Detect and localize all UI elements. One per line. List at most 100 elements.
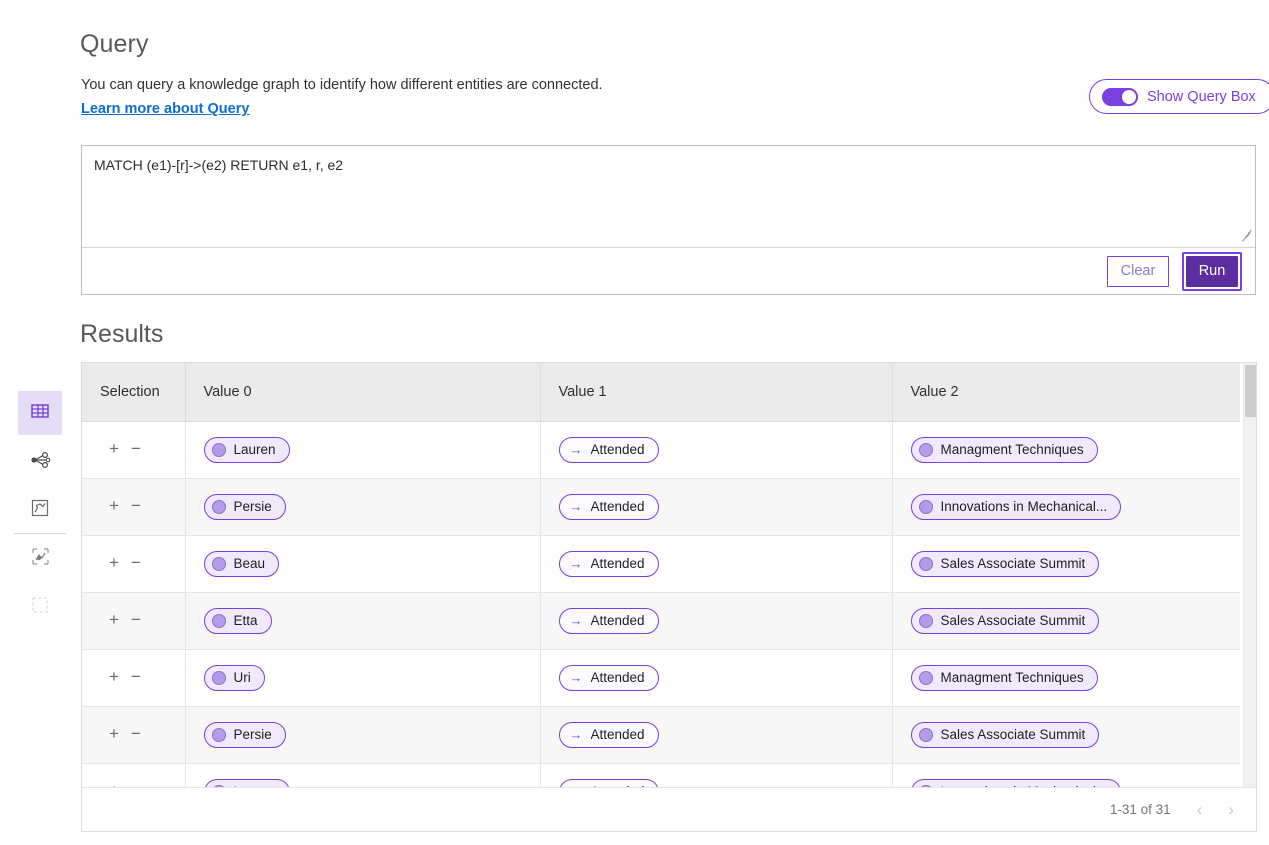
results-title: Results <box>80 320 163 349</box>
selection-cell: +− <box>82 421 185 478</box>
table-row[interactable]: +− Beau →Attended Sales Associate Summit <box>82 535 1240 592</box>
selection-cell: +− <box>82 592 185 649</box>
column-header-value2[interactable]: Value 2 <box>892 363 1240 421</box>
entity-chip[interactable]: Uri <box>204 665 265 691</box>
column-header-selection[interactable]: Selection <box>82 363 185 421</box>
value1-cell: →Attended <box>540 706 892 763</box>
run-button-focus-ring: Run <box>1182 252 1242 291</box>
table-row[interactable]: +− Uri → Attended Managment Techniques <box>82 649 1240 706</box>
table-vertical-scrollbar[interactable] <box>1243 363 1257 788</box>
remove-from-selection-icon[interactable]: − <box>125 440 147 457</box>
add-to-selection-icon[interactable]: + <box>103 554 125 571</box>
entity-chip[interactable]: Persie <box>204 494 286 520</box>
selection-cell: +− <box>82 706 185 763</box>
page-description: You can query a knowledge graph to ident… <box>81 77 603 93</box>
relationship-chip[interactable]: →Attended <box>559 437 659 463</box>
add-to-selection-icon[interactable]: + <box>103 440 125 457</box>
run-button[interactable]: Run <box>1186 256 1238 287</box>
network-graph-icon <box>29 449 51 476</box>
query-action-bar: Clear Run <box>82 248 1255 294</box>
table-row[interactable]: +− Persie →Attended Innovations in Mechanic… <box>82 478 1240 535</box>
entity-chip[interactable]: Managment Techniques <box>911 437 1098 463</box>
value1-cell: → Attended <box>540 649 892 706</box>
entity-dot-icon <box>919 728 933 742</box>
remove-from-selection-icon[interactable]: − <box>125 668 147 685</box>
sidebar-item-graph-view[interactable] <box>18 440 62 484</box>
value1-cell: →Attended <box>540 535 892 592</box>
remove-from-selection-icon[interactable]: − <box>125 611 147 628</box>
entity-chip[interactable]: Sales Associate Summit <box>911 551 1100 577</box>
chip-label: Attended <box>591 613 645 628</box>
sidebar-item-table-view[interactable] <box>18 391 62 435</box>
add-to-selection-icon[interactable]: + <box>103 725 125 742</box>
table-row[interactable]: +−Lauren→AttendedInnovations in Mechanic… <box>82 763 1240 788</box>
learn-more-link[interactable]: Learn more about Query <box>81 101 249 117</box>
entity-chip[interactable]: Etta <box>204 608 272 634</box>
arrow-right-icon: → <box>570 614 583 627</box>
add-to-selection-icon[interactable]: + <box>103 497 125 514</box>
show-query-box-toggle[interactable]: Show Query Box <box>1089 79 1269 114</box>
chip-label: Attended <box>591 499 645 514</box>
value2-cell: Innovations in Mechanical... <box>892 763 1240 788</box>
relationship-chip[interactable]: →Attended <box>559 722 659 748</box>
scrollbar-thumb[interactable] <box>1245 365 1257 417</box>
table-row[interactable]: +− Persie →Attended Sales Associate Summit <box>82 706 1240 763</box>
value1-cell: → Attended <box>540 592 892 649</box>
entity-chip[interactable]: Beau <box>204 551 280 577</box>
page-title: Query <box>80 30 149 59</box>
add-to-selection-icon[interactable]: + <box>103 668 125 685</box>
entity-chip[interactable]: Innovations in Mechanical... <box>911 494 1122 520</box>
arrow-right-icon: → <box>570 671 583 684</box>
entity-dot-icon <box>212 500 226 514</box>
value2-cell: Innovations in Mechanical... <box>892 478 1240 535</box>
chip-label: Managment Techniques <box>941 442 1084 457</box>
pagination-range: 1-31 of 31 <box>1110 802 1171 817</box>
remove-from-selection-icon[interactable]: − <box>125 497 147 514</box>
sidebar-item-map-layers-view[interactable] <box>18 537 62 581</box>
clear-button[interactable]: Clear <box>1107 256 1169 287</box>
entity-chip[interactable]: Lauren <box>204 437 290 463</box>
pagination-next-icon[interactable]: › <box>1228 801 1234 818</box>
chip-label: Beau <box>234 556 266 571</box>
toggle-knob <box>1122 90 1136 104</box>
entity-dot-icon <box>212 443 226 457</box>
toggle-switch[interactable] <box>1102 88 1138 106</box>
query-page: Query You can query a knowledge graph to… <box>0 0 1269 845</box>
results-table-body: +−Lauren→AttendedManagment Techniques+−P… <box>82 421 1240 788</box>
value0-cell: Uri <box>185 649 540 706</box>
resize-handle-icon[interactable] <box>1239 229 1253 243</box>
chip-label: Attended <box>591 670 645 685</box>
value1-cell: →Attended <box>540 478 892 535</box>
left-icon-rail <box>0 0 80 845</box>
sidebar-item-map-view[interactable] <box>18 488 62 532</box>
remove-from-selection-icon[interactable]: − <box>125 554 147 571</box>
relationship-chip[interactable]: → Attended <box>559 608 659 634</box>
results-table-scroll-area: Selection Value 0 Value 1 Value 2 +−Laur… <box>82 363 1257 788</box>
entity-chip[interactable]: Sales Associate Summit <box>911 722 1100 748</box>
column-header-value1[interactable]: Value 1 <box>540 363 892 421</box>
pagination-prev-icon[interactable]: ‹ <box>1197 801 1203 818</box>
sidebar-item-empty-view[interactable] <box>18 585 62 629</box>
entity-chip[interactable]: Sales Associate Summit <box>911 608 1100 634</box>
chip-label: Persie <box>234 499 272 514</box>
entity-chip[interactable]: Managment Techniques <box>911 665 1098 691</box>
table-row[interactable]: +− Lauren →Attended Managment Techniques <box>82 421 1240 478</box>
entity-dot-icon <box>212 557 226 571</box>
value0-cell: Persie <box>185 706 540 763</box>
results-table-card: Selection Value 0 Value 1 Value 2 +−Laur… <box>81 362 1257 832</box>
remove-from-selection-icon[interactable]: − <box>125 725 147 742</box>
table-row[interactable]: +− Etta → Attended Sales Associate Summit <box>82 592 1240 649</box>
query-input[interactable] <box>82 146 1255 247</box>
chip-label: Innovations in Mechanical... <box>941 499 1108 514</box>
relationship-chip[interactable]: → Attended <box>559 665 659 691</box>
relationship-chip[interactable]: →Attended <box>559 551 659 577</box>
add-to-selection-icon[interactable]: + <box>103 611 125 628</box>
results-table-head: Selection Value 0 Value 1 Value 2 <box>82 363 1240 421</box>
chip-label: Persie <box>234 727 272 742</box>
table-header-row: Selection Value 0 Value 1 Value 2 <box>82 363 1240 421</box>
entity-dot-icon <box>919 557 933 571</box>
entity-chip[interactable]: Persie <box>204 722 286 748</box>
column-header-value0[interactable]: Value 0 <box>185 363 540 421</box>
relationship-chip[interactable]: →Attended <box>559 494 659 520</box>
chip-label: Sales Associate Summit <box>941 556 1086 571</box>
